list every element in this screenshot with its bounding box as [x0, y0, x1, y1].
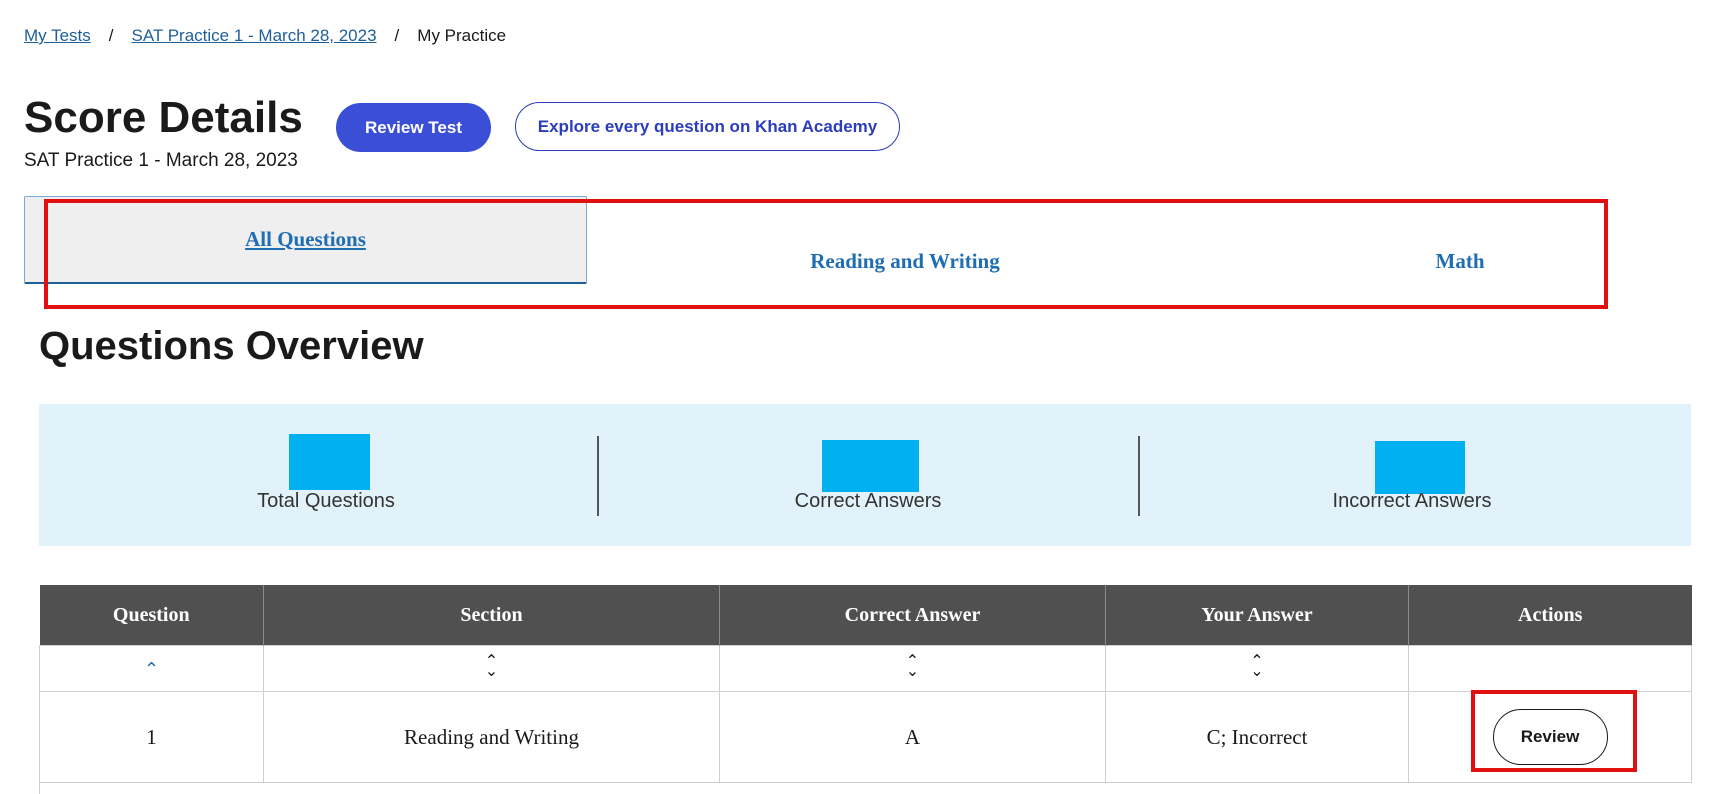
sort-cell-actions	[1408, 645, 1692, 692]
sort-cell-section: ⌃ ⌄	[263, 645, 720, 692]
tab-label: Math	[1435, 248, 1485, 273]
column-header-section: Section	[263, 585, 720, 646]
tab-label: Reading and Writing	[810, 248, 1000, 273]
review-button[interactable]: Review	[1492, 709, 1608, 765]
sort-cell-correct-answer: ⌃ ⌄	[719, 645, 1106, 692]
explore-khan-academy-button[interactable]: Explore every question on Khan Academy	[515, 102, 900, 151]
chevron-up-icon[interactable]: ⌃	[144, 659, 159, 680]
column-header-actions: Actions	[1408, 585, 1692, 646]
stat-value-redacted	[289, 434, 370, 490]
table-header-row: Question Section Correct Answer Your Ans…	[39, 585, 1692, 646]
cell-section: Reading and Writing	[263, 691, 720, 783]
cell-actions: Review	[1408, 691, 1692, 783]
review-test-button[interactable]: Review Test	[336, 103, 491, 152]
cell-question-number: 1	[39, 691, 264, 783]
stat-divider	[1138, 436, 1140, 516]
table-row-partial	[39, 777, 1692, 794]
breadcrumb: My Tests / SAT Practice 1 - March 28, 20…	[24, 26, 506, 46]
breadcrumb-my-tests[interactable]: My Tests	[24, 26, 91, 46]
stat-label-correct-answers: Correct Answers	[794, 490, 942, 512]
questions-table: Question Section Correct Answer Your Ans…	[39, 585, 1692, 783]
tab-all-questions[interactable]: All Questions	[24, 196, 587, 284]
breadcrumb-sat-practice[interactable]: SAT Practice 1 - March 28, 2023	[132, 26, 377, 46]
column-header-correct-answer: Correct Answer	[719, 585, 1106, 646]
sort-icon[interactable]: ⌃ ⌄	[485, 652, 498, 678]
column-header-question: Question	[39, 585, 264, 646]
stat-label-incorrect-answers: Incorrect Answers	[1332, 490, 1492, 512]
stats-panel: Total Questions Correct Answers Incorrec…	[39, 404, 1691, 546]
breadcrumb-separator: /	[394, 26, 400, 45]
column-header-your-answer: Your Answer	[1105, 585, 1409, 646]
sort-icon[interactable]: ⌃ ⌄	[906, 652, 919, 678]
tab-reading-and-writing[interactable]: Reading and Writing	[700, 236, 1110, 286]
sort-icon[interactable]: ⌃ ⌄	[1250, 652, 1263, 678]
tab-label: All Questions	[245, 227, 366, 251]
sort-cell-your-answer: ⌃ ⌄	[1105, 645, 1409, 692]
stat-value-redacted	[1375, 441, 1465, 494]
breadcrumb-separator: /	[108, 26, 114, 45]
sort-row: ⌃ ⌃ ⌄ ⌃ ⌄ ⌃ ⌄	[39, 645, 1692, 692]
stat-label-total-questions: Total Questions	[257, 490, 395, 512]
section-title-questions-overview: Questions Overview	[39, 324, 424, 368]
sort-cell-question: ⌃	[39, 645, 264, 692]
stat-divider	[597, 436, 599, 516]
tab-math[interactable]: Math	[1360, 236, 1560, 286]
breadcrumb-current: My Practice	[417, 26, 507, 45]
page-subtitle: SAT Practice 1 - March 28, 2023	[24, 150, 298, 171]
cell-correct-answer: A	[719, 691, 1106, 783]
stat-value-redacted	[822, 440, 919, 492]
cell-your-answer: C; Incorrect	[1105, 691, 1409, 783]
page-title: Score Details	[24, 93, 303, 142]
table-row: 1 Reading and Writing A C; Incorrect Rev…	[39, 691, 1692, 783]
